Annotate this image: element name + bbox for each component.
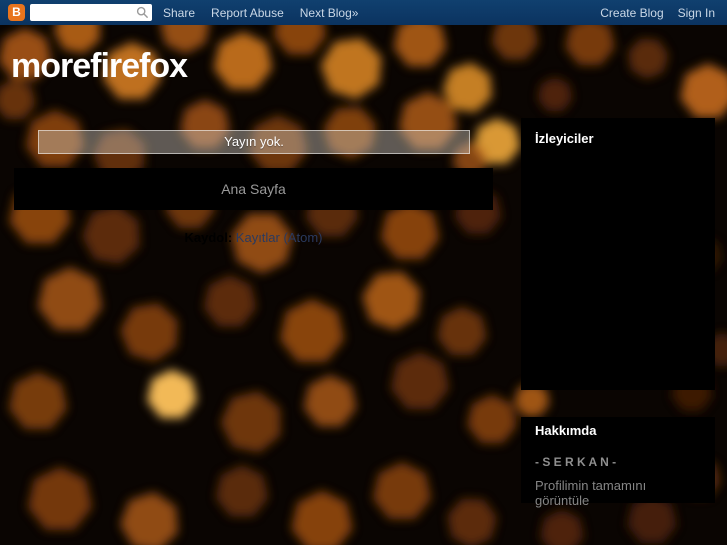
search-input[interactable]	[30, 4, 152, 21]
status-message: Yayın yok.	[38, 130, 470, 154]
create-blog-link[interactable]: Create Blog	[600, 6, 663, 20]
blogger-page: B Share Report Abuse Next Blog» Create B…	[0, 0, 727, 545]
next-blog-link[interactable]: Next Blog»	[300, 6, 359, 20]
nav-tab-home[interactable]: Ana Sayfa	[14, 168, 493, 210]
profile-name-link[interactable]: - S E R K A N -	[535, 455, 701, 469]
navbar-right-links: Create Blog Sign In	[586, 6, 715, 20]
view-full-profile-link[interactable]: Profilimin tamamını görüntüle	[535, 478, 701, 508]
subscribe-line: Kaydol: Kayıtlar (Atom)	[14, 230, 493, 245]
blogger-logo-icon[interactable]: B	[8, 4, 25, 21]
navbar-search	[30, 4, 152, 21]
followers-widget: İzleyiciler	[521, 118, 715, 390]
blog-title: morefirefox	[11, 47, 188, 85]
about-title: Hakkımda	[535, 423, 597, 438]
report-abuse-link[interactable]: Report Abuse	[211, 6, 284, 20]
followers-title: İzleyiciler	[535, 131, 594, 146]
search-icon[interactable]	[136, 6, 149, 19]
subscribe-atom-link[interactable]: Kayıtlar (Atom)	[236, 230, 323, 245]
share-link[interactable]: Share	[163, 6, 195, 20]
about-widget: Hakkımda - S E R K A N - Profilimin tama…	[521, 417, 715, 508]
blogger-navbar: B Share Report Abuse Next Blog» Create B…	[0, 0, 727, 25]
sign-in-link[interactable]: Sign In	[678, 6, 715, 20]
subscribe-label: Kaydol:	[184, 230, 233, 245]
